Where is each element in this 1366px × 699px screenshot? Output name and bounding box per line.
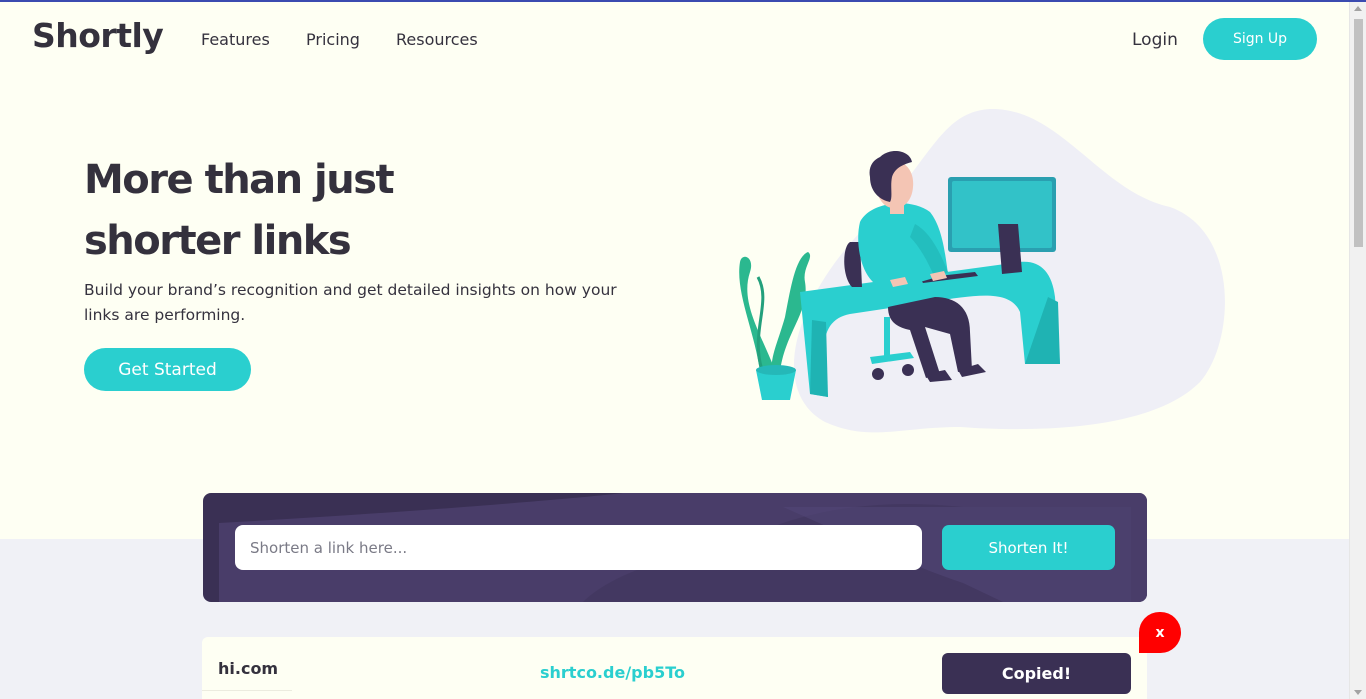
- scrollbar-thumb[interactable]: [1354, 19, 1363, 247]
- scroll-down-icon[interactable]: [1354, 690, 1362, 695]
- signup-button[interactable]: Sign Up: [1203, 18, 1317, 60]
- hero-title-line2: shorter links: [84, 218, 352, 264]
- scrollbar[interactable]: [1349, 2, 1366, 699]
- plant-leaf-left: [739, 256, 775, 372]
- result-original-url: hi.com: [218, 659, 279, 678]
- logo[interactable]: Shortly: [32, 16, 164, 55]
- shorten-input[interactable]: [235, 525, 922, 570]
- login-link[interactable]: Login: [1132, 30, 1178, 50]
- hero-title-line1: More than just: [84, 157, 395, 203]
- shorten-button[interactable]: Shorten It!: [942, 525, 1115, 570]
- nav-features[interactable]: Features: [201, 30, 270, 49]
- close-button[interactable]: x: [1139, 612, 1181, 653]
- nav-resources[interactable]: Resources: [396, 30, 478, 49]
- working-person-illustration: [739, 108, 1225, 433]
- result-short-url[interactable]: shrtco.de/pb5To: [540, 663, 685, 682]
- copy-button[interactable]: Copied!: [942, 653, 1131, 694]
- scroll-up-icon[interactable]: [1354, 6, 1362, 11]
- get-started-button[interactable]: Get Started: [84, 348, 251, 391]
- hero-title: More than just shorter links: [84, 150, 644, 272]
- hero-subtitle: Build your brand’s recognition and get d…: [84, 281, 617, 324]
- nav-pricing[interactable]: Pricing: [306, 30, 360, 49]
- result-divider: [202, 690, 292, 691]
